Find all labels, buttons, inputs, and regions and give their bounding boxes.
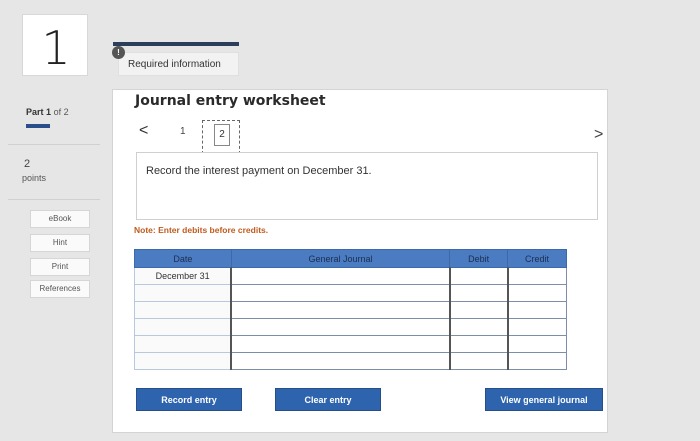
debit-input[interactable]: [448, 267, 509, 285]
table-row: [134, 318, 567, 336]
general-journal-header: General Journal: [230, 249, 451, 268]
page-tab-2-label: 2: [214, 124, 230, 146]
divider: [8, 199, 100, 200]
view-general-journal-button[interactable]: View general journal: [485, 388, 603, 411]
date-cell: December 31: [134, 267, 232, 285]
date-cell: [134, 335, 232, 353]
credit-header: Credit: [507, 249, 567, 268]
debit-input[interactable]: [448, 335, 509, 353]
question-number: 1: [41, 21, 71, 75]
table-row: [134, 301, 567, 319]
account-input[interactable]: [230, 267, 451, 285]
account-input[interactable]: [230, 301, 451, 319]
debit-input[interactable]: [448, 301, 509, 319]
part-prefix: Part: [26, 107, 44, 117]
worksheet-title: Journal entry worksheet: [135, 93, 326, 109]
credit-input[interactable]: [506, 318, 567, 336]
part-progress-bar: [26, 124, 50, 128]
account-input[interactable]: [230, 318, 451, 336]
points-label: points: [22, 173, 47, 183]
ebook-button[interactable]: eBook: [30, 210, 90, 228]
page-tab-2[interactable]: 2: [202, 120, 240, 154]
question-number-box: 1: [22, 14, 88, 76]
table-row: [134, 335, 567, 353]
instruction-text: Record the interest payment on December …: [146, 165, 372, 177]
date-header: Date: [134, 249, 232, 268]
table-row: December 31: [134, 267, 567, 285]
part-total: 2: [63, 107, 69, 117]
references-button[interactable]: References: [30, 280, 90, 298]
journal-entry-table: Date General Journal Debit Credit Decemb…: [134, 249, 567, 370]
date-cell: [134, 301, 232, 319]
debit-input[interactable]: [448, 284, 509, 302]
part-current: 1: [46, 107, 52, 117]
prev-arrow-icon[interactable]: <: [139, 122, 148, 140]
page-tab-1[interactable]: 1: [180, 126, 186, 137]
alert-icon: !: [112, 46, 125, 59]
table-row: [134, 352, 567, 370]
date-cell: [134, 352, 232, 370]
part-mid: of: [53, 107, 62, 117]
clear-entry-button[interactable]: Clear entry: [275, 388, 381, 411]
debit-header: Debit: [449, 249, 509, 268]
required-info-topline: [113, 42, 239, 46]
points-value: 2: [24, 158, 31, 170]
debit-input[interactable]: [448, 318, 509, 336]
hint-button[interactable]: Hint: [30, 234, 90, 252]
debit-credit-note: Note: Enter debits before credits.: [134, 225, 269, 235]
credit-input[interactable]: [506, 335, 567, 353]
credit-input[interactable]: [506, 352, 567, 370]
credit-input[interactable]: [506, 284, 567, 302]
record-entry-button[interactable]: Record entry: [136, 388, 242, 411]
print-button[interactable]: Print: [30, 258, 90, 276]
credit-input[interactable]: [506, 301, 567, 319]
instruction-box: [136, 152, 598, 220]
next-arrow-icon[interactable]: >: [594, 126, 603, 144]
credit-input[interactable]: [506, 267, 567, 285]
debit-input[interactable]: [448, 352, 509, 370]
table-row: [134, 284, 567, 302]
account-input[interactable]: [230, 284, 451, 302]
account-input[interactable]: [230, 335, 451, 353]
divider: [8, 144, 100, 145]
account-input[interactable]: [230, 352, 451, 370]
date-cell: [134, 318, 232, 336]
required-info-text[interactable]: Required information: [128, 59, 221, 70]
table-header-row: Date General Journal Debit Credit: [134, 249, 567, 268]
date-cell: [134, 284, 232, 302]
part-indicator: Part 1 of 2: [26, 107, 69, 117]
